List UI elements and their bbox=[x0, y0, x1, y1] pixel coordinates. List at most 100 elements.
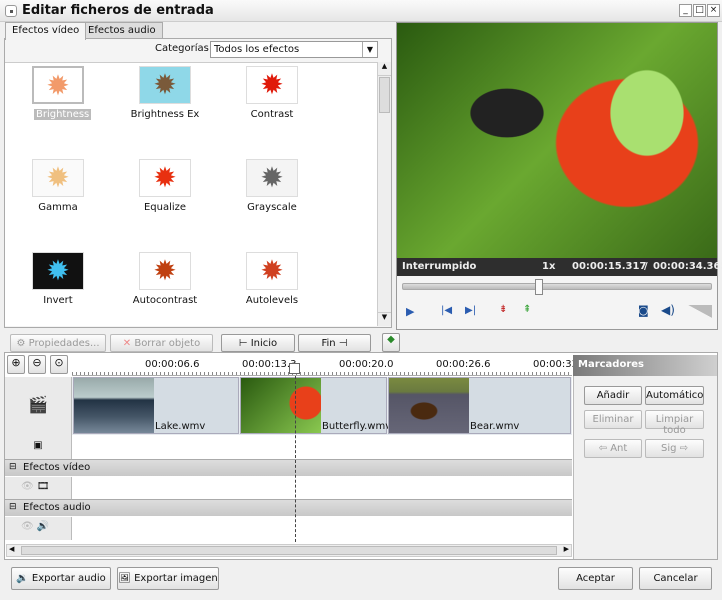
clapperboard-icon: 🎬 bbox=[28, 395, 48, 414]
start-label: Inicio bbox=[250, 338, 278, 349]
player-speed: 1x bbox=[542, 261, 556, 272]
clip-lake[interactable]: Lake.wmv bbox=[73, 377, 239, 434]
video-effects-label: Efectos vídeo bbox=[23, 462, 91, 473]
arrow-left-icon: ⇦ bbox=[598, 443, 611, 454]
add-marker-button[interactable]: Añadir bbox=[584, 386, 642, 405]
ruler-tick-label: 00:00:26.6 bbox=[436, 359, 491, 370]
effect-thumbnail[interactable]: ✹ bbox=[32, 159, 84, 197]
zoom-out-icon[interactable]: ⊖ bbox=[28, 355, 46, 374]
previous-marker-button[interactable]: ⇦ Ant bbox=[584, 439, 642, 458]
auto-marker-button[interactable]: Automático bbox=[645, 386, 704, 405]
seek-handle[interactable] bbox=[535, 279, 543, 295]
ruler-tick-label: 00:00:06.6 bbox=[145, 359, 200, 370]
audio-effects-track-header: 👁 🔊 bbox=[5, 517, 72, 540]
export-audio-label: Exportar audio bbox=[31, 573, 106, 584]
collapse-icon[interactable]: ⊟ bbox=[9, 462, 17, 472]
categories-value: Todos los efectos bbox=[214, 44, 300, 55]
mark-in-icon[interactable]: ⇟ bbox=[499, 304, 507, 315]
overlay-track-header: ▣ bbox=[5, 436, 72, 459]
effect-thumbnail[interactable]: ✹ bbox=[139, 159, 191, 197]
previous-frame-icon[interactable]: |◀ bbox=[441, 305, 452, 316]
playhead-handle[interactable] bbox=[289, 363, 300, 374]
current-time: 00:00:15.317 bbox=[572, 261, 647, 272]
effect-thumbnail[interactable]: ✹ bbox=[246, 66, 298, 104]
collapse-icon[interactable]: ⊟ bbox=[9, 502, 17, 512]
clear-markers-button[interactable]: Limpiar todo bbox=[645, 410, 704, 436]
audio-effect-icon: 🔊 bbox=[36, 521, 50, 532]
previous-marker-label: Ant bbox=[610, 443, 628, 454]
cancel-button[interactable]: Cancelar bbox=[639, 567, 712, 590]
effect-label[interactable]: Autocontrast bbox=[115, 295, 215, 306]
seek-bar[interactable] bbox=[402, 279, 712, 295]
audio-effects-label: Efectos audio bbox=[23, 502, 91, 513]
remove-marker-button[interactable]: Eliminar bbox=[584, 410, 642, 429]
add-marker-toggle-icon[interactable]: ◆ bbox=[382, 333, 400, 352]
effect-label[interactable]: Gamma bbox=[8, 202, 108, 213]
export-image-icon: 🖼 bbox=[118, 573, 135, 584]
arrow-right-icon: ⇨ bbox=[676, 443, 689, 454]
effect-thumbnail[interactable]: ✹ bbox=[139, 252, 191, 290]
effect-thumbnail[interactable]: ✹ bbox=[32, 252, 84, 290]
snapshot-camera-icon[interactable]: ◙ bbox=[638, 304, 649, 317]
start-bracket-icon: ⊢ bbox=[238, 338, 251, 349]
effect-label[interactable]: Equalize bbox=[115, 202, 215, 213]
clip-label: Butterfly.wmv bbox=[322, 421, 392, 432]
set-end-button[interactable]: Fin ⊣ bbox=[298, 334, 371, 352]
effects-scrollbar[interactable]: ▲ ▼ bbox=[377, 62, 391, 326]
delete-object-button[interactable]: ✕ Borrar objeto bbox=[110, 334, 213, 352]
volume-level[interactable] bbox=[688, 305, 712, 318]
export-image-label: Exportar imagen bbox=[134, 573, 218, 584]
maximize-button[interactable]: □ bbox=[693, 4, 706, 17]
effect-thumbnail[interactable]: ✹ bbox=[246, 159, 298, 197]
categories-label: Categorías: bbox=[155, 43, 213, 54]
categories-select[interactable]: Todos los efectos ▼ bbox=[210, 41, 378, 58]
set-start-button[interactable]: ⊢ Inicio bbox=[221, 334, 295, 352]
close-button[interactable]: × bbox=[707, 4, 720, 17]
effect-thumbnail[interactable]: ✹ bbox=[246, 252, 298, 290]
properties-button[interactable]: ⚙ Propiedades... bbox=[10, 334, 106, 352]
tab-video-effects[interactable]: Efectos vídeo bbox=[5, 22, 87, 40]
play-icon[interactable]: ▶ bbox=[406, 305, 414, 318]
delete-label: Borrar objeto bbox=[134, 338, 201, 349]
system-menu-icon[interactable] bbox=[5, 5, 17, 17]
tab-audio-effects[interactable]: Efectos audio bbox=[81, 22, 163, 39]
window-title: Editar ficheros de entrada bbox=[22, 3, 214, 18]
delete-x-icon: ✕ bbox=[122, 338, 135, 349]
export-audio-icon: 🔉 bbox=[16, 573, 32, 584]
next-frame-icon[interactable]: ▶| bbox=[465, 305, 476, 316]
video-effect-icon: 🎞 bbox=[36, 481, 50, 492]
eye-icon[interactable]: 👁 bbox=[21, 481, 34, 492]
chevron-down-icon[interactable]: ▼ bbox=[362, 42, 377, 57]
effect-thumbnail[interactable]: ✹ bbox=[139, 66, 191, 104]
video-effects-section[interactable]: Efectos vídeo ⊟ bbox=[5, 459, 572, 476]
effect-label[interactable]: Contrast bbox=[222, 109, 322, 120]
export-audio-button[interactable]: 🔉 Exportar audio bbox=[11, 567, 111, 590]
markers-title: Marcadores bbox=[573, 355, 717, 376]
minimize-button[interactable]: _ bbox=[679, 4, 692, 17]
clip-butterfly[interactable]: Butterfly.wmv bbox=[240, 377, 391, 434]
effect-label[interactable]: Brightness Ex bbox=[115, 109, 215, 120]
audio-effects-section[interactable]: Efectos audio ⊟ bbox=[5, 499, 572, 516]
volume-icon[interactable]: ◀) bbox=[661, 303, 675, 317]
time-separator: / bbox=[644, 261, 648, 272]
timeline-hscrollbar[interactable]: ◀ ▶ bbox=[6, 544, 572, 557]
clip-label: Lake.wmv bbox=[155, 421, 206, 432]
mark-out-icon[interactable]: ⇞ bbox=[523, 304, 531, 315]
accept-button[interactable]: Aceptar bbox=[558, 567, 633, 590]
next-marker-button[interactable]: Sig ⇨ bbox=[645, 439, 704, 458]
effect-label[interactable]: Autolevels bbox=[222, 295, 322, 306]
video-frame bbox=[397, 23, 717, 258]
effect-thumbnail[interactable]: ✹ bbox=[32, 66, 84, 104]
zoom-fit-icon[interactable]: ⊙ bbox=[50, 355, 68, 374]
effect-label[interactable]: Grayscale bbox=[222, 202, 322, 213]
zoom-in-icon[interactable]: ⊕ bbox=[7, 355, 25, 374]
export-image-button[interactable]: 🖼 Exportar imagen bbox=[117, 567, 219, 590]
effect-label[interactable]: Brightness bbox=[34, 109, 92, 120]
clip-bear[interactable]: Bear.wmv bbox=[388, 377, 571, 434]
playhead-line bbox=[295, 376, 296, 542]
end-bracket-icon: ⊣ bbox=[335, 338, 348, 349]
total-time: 00:00:34.365 bbox=[653, 261, 722, 272]
effect-label[interactable]: Invert bbox=[8, 295, 108, 306]
clip-label: Bear.wmv bbox=[470, 421, 520, 432]
eye-icon[interactable]: 👁 bbox=[21, 521, 34, 532]
